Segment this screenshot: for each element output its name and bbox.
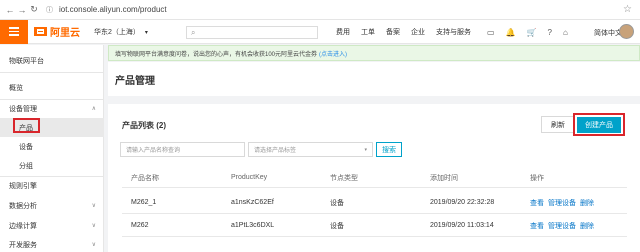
column-header: 产品名称 [131, 174, 159, 182]
survey-notice-banner: 填写物联网平台满意度问卷，说出您的心声，有机会收获100元阿里云代金券 (点击进… [108, 45, 640, 61]
notice-link[interactable]: (点击进入) [319, 49, 347, 58]
create-product-button[interactable]: 创建产品 [577, 116, 621, 133]
address-bar[interactable]: ⓘ iot.console.aliyun.com/product [46, 5, 167, 15]
product-name: M262_1 [131, 199, 157, 206]
search-placeholder: 请输入产品名称查询 [126, 148, 181, 154]
nav-link-enterprise[interactable]: 企业 [411, 27, 425, 37]
sidebar: 物联网平台 概览 设备管理 ∧ 产品 设备 分组 规则引擎 数据分析 ∨ 边缘计… [0, 45, 104, 252]
delete-link[interactable]: 删除 [580, 198, 594, 208]
cart-icon[interactable]: 🛒 [527, 28, 537, 37]
column-header: 添加时间 [430, 174, 458, 182]
product-tag-select[interactable]: 请选择产品标签 ▾ [248, 142, 373, 157]
page-header: 产品管理 [108, 62, 640, 96]
refresh-button[interactable]: 刷新 [541, 116, 575, 133]
nav-link-support[interactable]: 支持与服务 [436, 27, 471, 37]
region-caret-icon: ▾ [144, 29, 148, 36]
column-header: 节点类型 [330, 174, 358, 182]
tag-placeholder: 请选择产品标签 [254, 148, 297, 154]
notice-text: 填写物联网平台满意度问卷，说出您的心声，有机会收获100元阿里云代金券 [115, 51, 318, 58]
table-row: M262 a1PtL3c6DXL 设备 2019/09/20 11:03:14 … [122, 215, 627, 237]
sidebar-item-device[interactable]: 设备 [0, 137, 104, 156]
manage-devices-link[interactable]: 管理设备 [548, 221, 576, 231]
sidebar-platform-title: 物联网平台 [9, 57, 44, 65]
column-header: ProductKey [231, 174, 268, 181]
global-search-input[interactable]: ⌕ [186, 26, 318, 39]
table-row: M262_1 a1nsKzC62Ef 设备 2019/09/20 22:32:2… [122, 192, 627, 214]
manage-devices-link[interactable]: 管理设备 [548, 198, 576, 208]
view-link[interactable]: 查看 [530, 221, 544, 231]
product-list-card: 产品列表 (2) 刷新 创建产品 请输入产品名称查询 请选择产品标签 ▾ 搜索 … [108, 104, 640, 252]
highlight-box-product [13, 118, 40, 133]
bookmark-star-icon[interactable]: ☆ [623, 4, 632, 15]
chevron-down-icon: ▾ [364, 146, 367, 153]
search-button[interactable]: 搜索 [376, 142, 402, 157]
chevron-down-icon: ∨ [91, 242, 96, 248]
nav-links: 费用 工单 备案 企业 支持与服务 [336, 20, 482, 44]
sidebar-item-overview[interactable]: 概览 [0, 78, 104, 97]
bell-icon[interactable]: 🔔 [506, 28, 516, 37]
aliyun-logo[interactable]: 阿里云 [34, 24, 80, 39]
top-navigation: 阿里云 华东2（上海） ▾ ⌕ 费用 工单 备案 企业 支持与服务 ▭ 🔔 🛒 … [0, 19, 640, 44]
product-name: M262 [131, 222, 149, 229]
created-time: 2019/09/20 11:03:14 [430, 222, 494, 229]
sidebar-item-data-analysis[interactable]: 数据分析 ∨ [0, 196, 104, 215]
sidebar-item-device-management[interactable]: 设备管理 ∧ [0, 99, 104, 118]
highlight-box-create: 创建产品 [573, 113, 625, 136]
sidebar-item-label: 开发服务 [9, 241, 37, 249]
sidebar-item-label: 设备管理 [9, 105, 37, 113]
help-icon[interactable]: ? [548, 28, 552, 37]
search-icon: ⌕ [191, 27, 196, 37]
sidebar-item-group[interactable]: 分组 [0, 156, 104, 175]
logo-icon [34, 27, 47, 36]
nav-link-billing[interactable]: 费用 [336, 27, 350, 37]
product-key: a1PtL3c6DXL [231, 222, 275, 229]
view-link[interactable]: 查看 [530, 198, 544, 208]
logo-text: 阿里云 [50, 28, 80, 39]
row-actions: 查看 管理设备 删除 [530, 215, 598, 236]
product-name-search-input[interactable]: 请输入产品名称查询 [120, 142, 245, 157]
sidebar-item-rule-engine[interactable]: 规则引擎 [0, 176, 104, 195]
info-icon: ⓘ [46, 6, 53, 14]
menu-button[interactable] [0, 19, 28, 44]
sidebar-item-edge-computing[interactable]: 边缘计算 ∨ [0, 216, 104, 235]
sidebar-item-label: 数据分析 [9, 202, 37, 210]
sidebar-item-label: 分组 [19, 162, 33, 170]
terminal-icon[interactable]: ▭ [487, 28, 495, 37]
node-type: 设备 [330, 222, 344, 230]
created-time: 2019/09/20 22:32:28 [430, 199, 495, 206]
chevron-down-icon: ∨ [91, 223, 96, 229]
home-icon[interactable]: ⌂ [563, 28, 568, 37]
nav-link-icp[interactable]: 备案 [386, 27, 400, 37]
sidebar-item-label: 设备 [19, 143, 33, 151]
page-title: 产品管理 [115, 76, 155, 87]
sidebar-item-label: 概览 [9, 84, 23, 92]
row-actions: 查看 管理设备 删除 [530, 192, 598, 213]
node-type: 设备 [330, 199, 344, 207]
sidebar-item-label: 边缘计算 [9, 222, 37, 230]
url-text[interactable]: iot.console.aliyun.com/product [59, 5, 167, 14]
forward-icon[interactable]: → [16, 4, 28, 16]
nav-icons: ▭ 🔔 🛒 ? ⌂ [487, 20, 579, 44]
product-key: a1nsKzC62Ef [231, 199, 274, 206]
reload-icon[interactable]: ↻ [28, 4, 40, 16]
back-icon[interactable]: ← [4, 4, 16, 16]
browser-bar: ← → ↻ ⓘ iot.console.aliyun.com/product ☆ [0, 0, 640, 20]
region-label: 华东2（上海） [94, 28, 140, 36]
sidebar-item-label: 规则引擎 [9, 182, 37, 190]
nav-link-ticket[interactable]: 工单 [361, 27, 375, 37]
delete-link[interactable]: 删除 [580, 221, 594, 231]
chevron-down-icon: ∨ [91, 203, 96, 209]
sidebar-item-dev-service[interactable]: 开发服务 ∨ [0, 235, 104, 252]
chevron-up-icon: ∧ [91, 106, 96, 112]
table-header: 产品名称 ProductKey 节点类型 添加时间 操作 [122, 168, 627, 188]
column-header: 操作 [530, 174, 544, 182]
avatar[interactable] [619, 24, 634, 39]
divider [0, 72, 104, 73]
product-list-title: 产品列表 (2) [122, 121, 166, 130]
region-selector[interactable]: 华东2（上海） ▾ [94, 27, 148, 37]
language-selector[interactable]: 简体中文 [594, 28, 622, 38]
